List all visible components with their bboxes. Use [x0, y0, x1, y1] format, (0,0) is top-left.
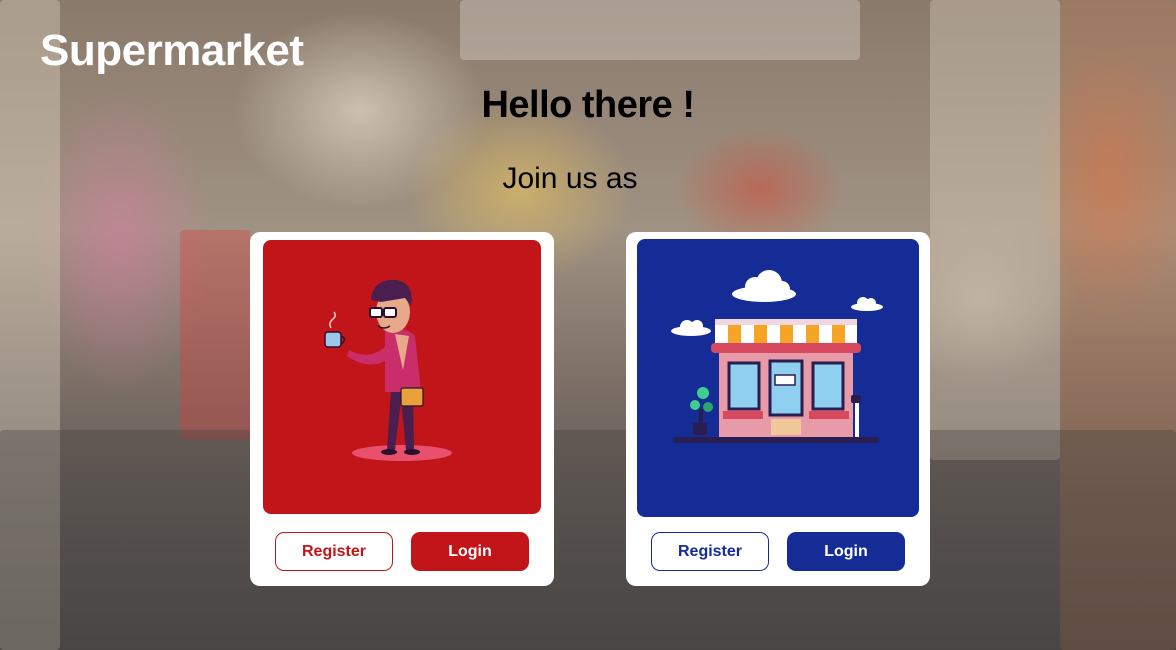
app-title: Supermarket [40, 26, 304, 75]
storefront-icon [637, 239, 919, 517]
customer-login-button[interactable]: Login [411, 532, 529, 571]
customer-register-button[interactable]: Register [275, 532, 393, 571]
greeting-heading: Hello there ! [481, 84, 695, 126]
seller-register-button[interactable]: Register [651, 532, 769, 571]
person-with-coffee-icon [263, 240, 541, 514]
seller-card: Register Login [626, 232, 930, 586]
seller-login-button[interactable]: Login [787, 532, 905, 571]
customer-card: Register Login [250, 232, 554, 586]
join-subtitle: Join us as [502, 162, 638, 195]
